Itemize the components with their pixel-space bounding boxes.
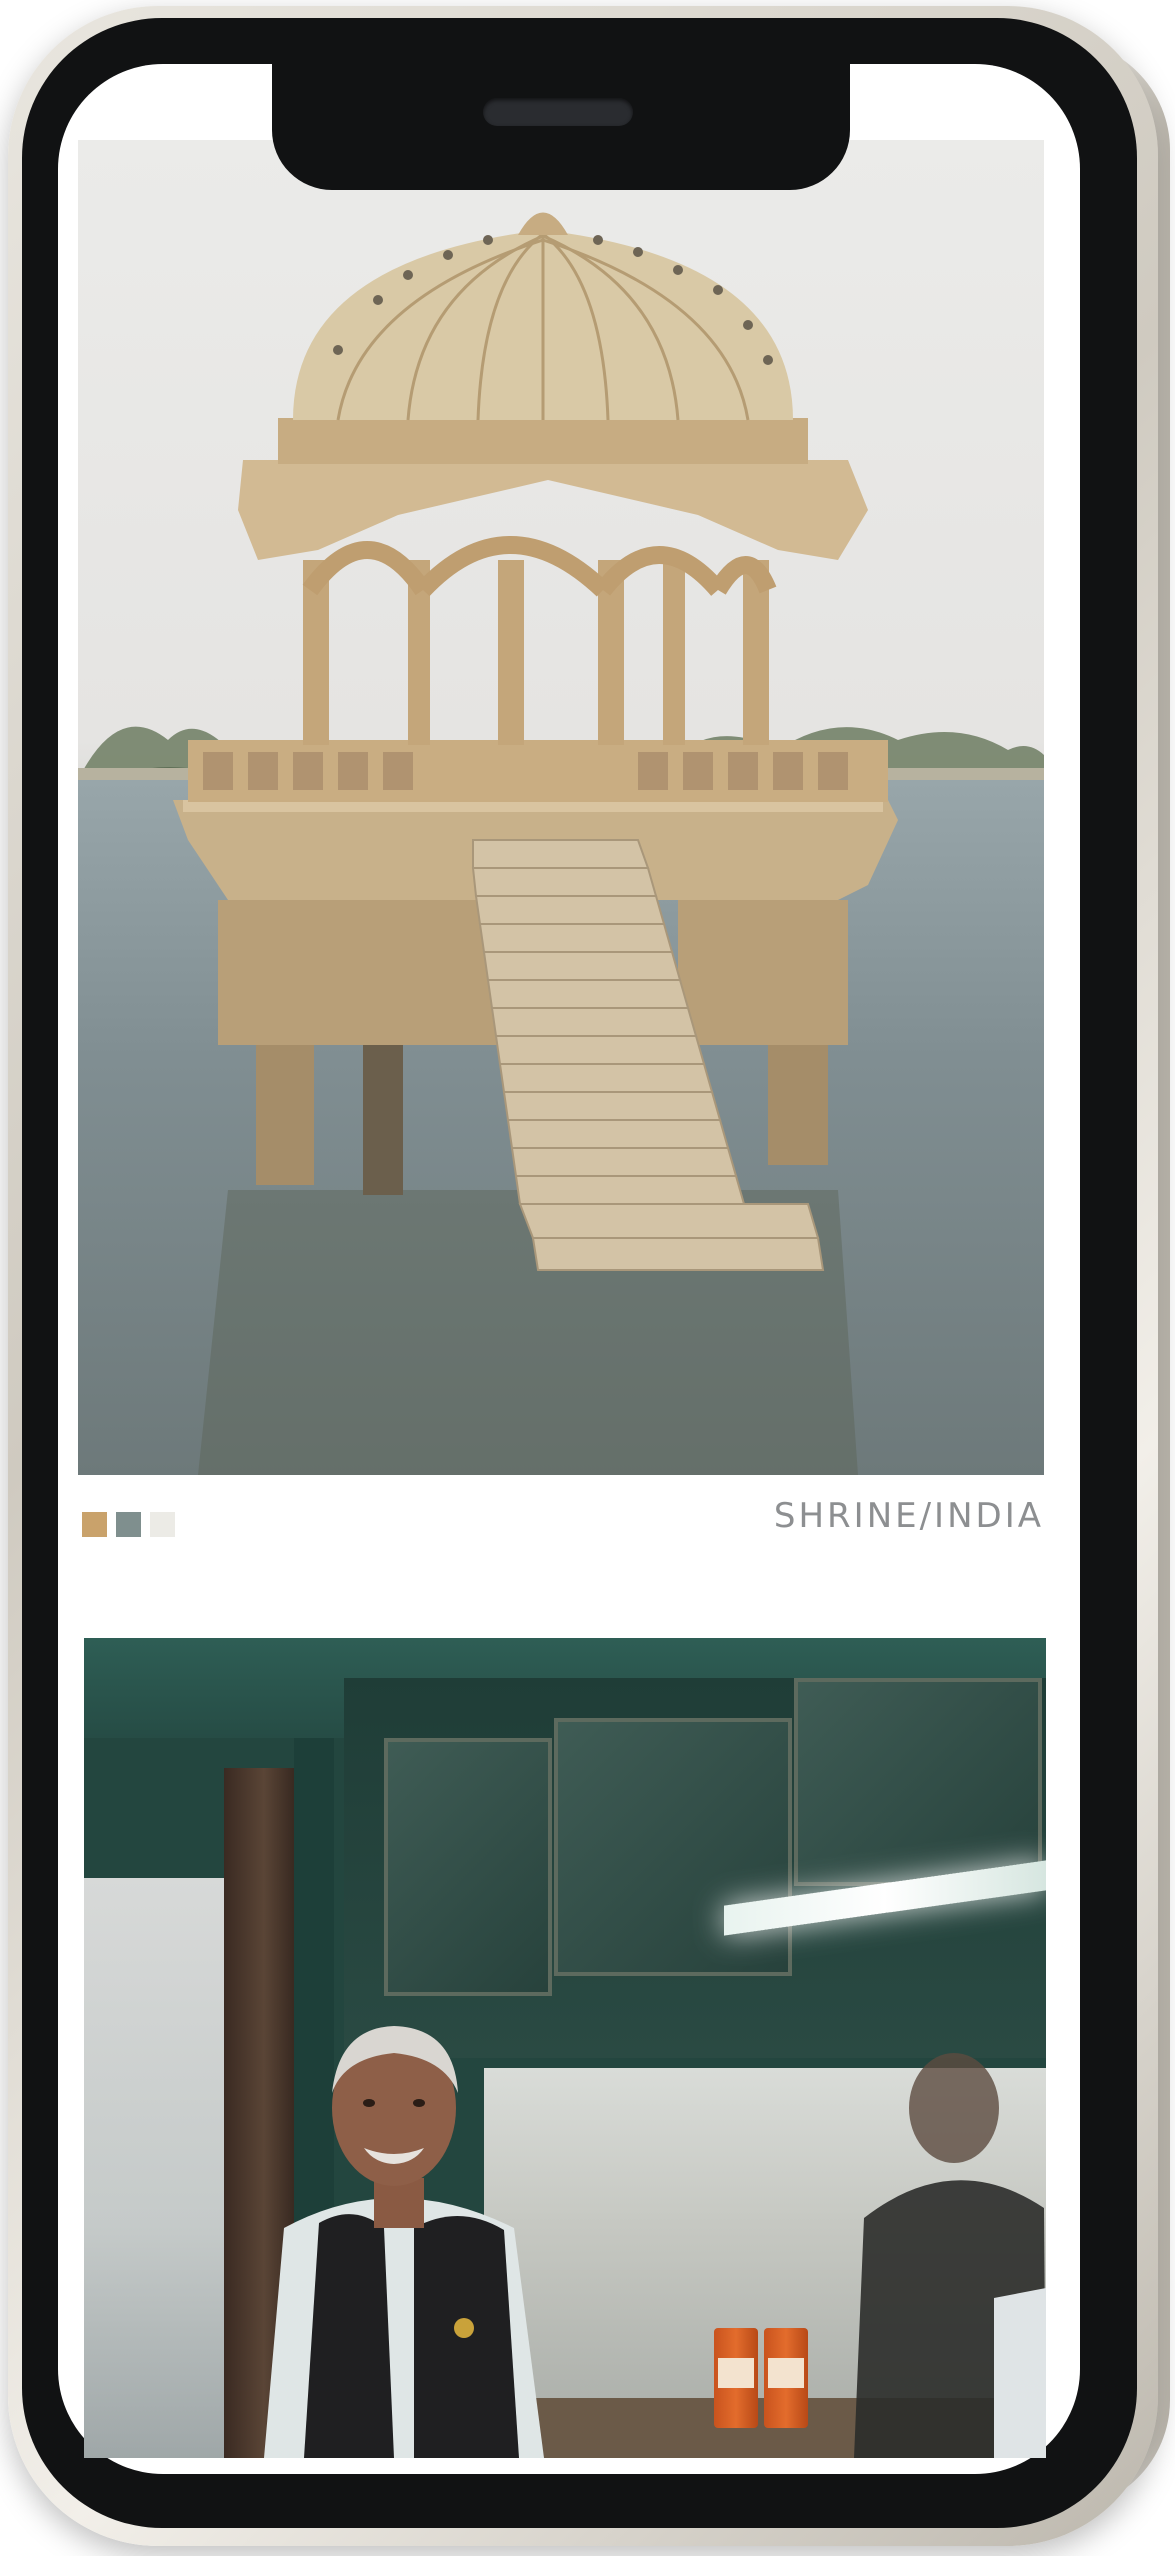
shop-doorway: [84, 1878, 244, 2458]
bottle-1: [714, 2328, 758, 2428]
palette-swatch-3: [150, 1512, 175, 1537]
cabinet-glass-1: [384, 1738, 552, 1996]
photo-shrine[interactable]: [78, 140, 1044, 1475]
phone-notch: [272, 64, 850, 190]
product-bottles: [714, 2328, 808, 2428]
shrine-illustration: [173, 212, 898, 1475]
photo-shop[interactable]: [84, 1638, 1046, 2458]
earpiece-speaker: [483, 98, 633, 126]
bottle-2: [764, 2328, 808, 2428]
cabinet-glass-2: [554, 1718, 792, 1976]
palette-swatch-1: [82, 1512, 107, 1537]
photo-caption: SHRINE/INDIA: [773, 1496, 1044, 1536]
mockup-stage: SHRINE/INDIA: [0, 0, 1175, 2556]
cabinet-glass-3: [794, 1678, 1042, 1886]
mirror-reflection: [854, 2053, 1046, 2458]
shopkeeper: [264, 2026, 544, 2458]
color-palette: [82, 1512, 175, 1537]
palette-swatch-2: [116, 1512, 141, 1537]
